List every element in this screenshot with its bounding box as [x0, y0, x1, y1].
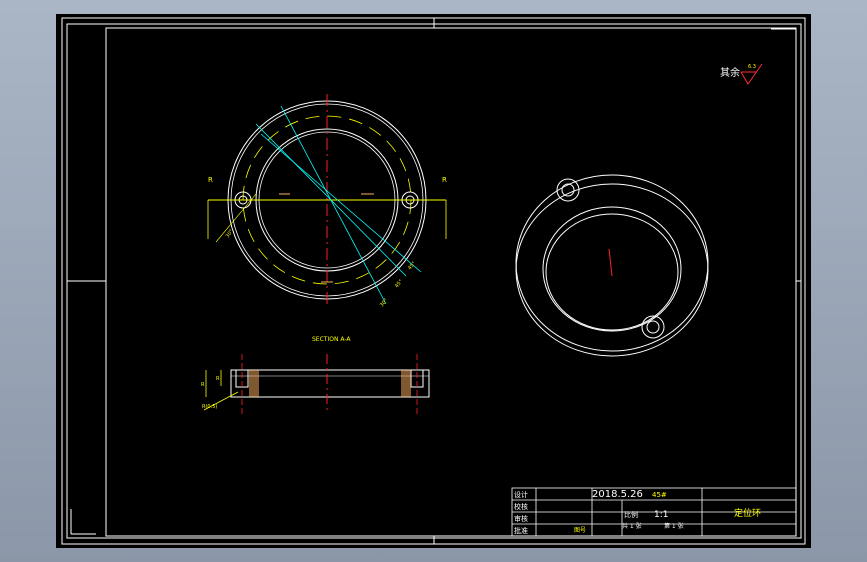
- iso-outer-ellipse: [515, 174, 709, 352]
- surface-note-text: 其余: [720, 66, 740, 79]
- iso-inner-ellipse: [542, 206, 682, 332]
- tb-scale-label: 比例: [624, 510, 638, 519]
- angle-line-2: [260, 133, 422, 273]
- section-title: SECTION A-A: [312, 336, 351, 343]
- tb-label-design: 设计: [514, 490, 528, 499]
- tb-label-check: 校核: [514, 502, 528, 511]
- tb-sheet-total: 共 1 张: [622, 522, 642, 530]
- cad-drawing: 其余 6.3 R R 45° 45° 30° 30° SECTION A-A R…: [61, 17, 806, 545]
- tb-date: 2018.5.26: [592, 489, 643, 500]
- roughness-value: 6.3: [748, 64, 756, 70]
- tb-drawing-no-label: 图号: [574, 527, 586, 534]
- angle-dim-2: 45°: [394, 278, 405, 289]
- surface-roughness-note: 其余 6.3: [720, 63, 763, 85]
- angle-dim-1: 45°: [407, 260, 418, 271]
- angle-dim-3: 30°: [379, 297, 390, 308]
- section-dim-chamfer: R(0.5): [202, 404, 217, 410]
- top-view: R R 45° 45° 30° 30°: [207, 94, 447, 308]
- tb-material: 45#: [652, 491, 667, 499]
- drawing-border: [61, 17, 806, 545]
- tb-label-review: 审核: [514, 514, 528, 523]
- drawing-canvas: 其余 6.3 R R 45° 45° 30° 30° SECTION A-A R…: [56, 14, 811, 548]
- isometric-view: [515, 174, 709, 357]
- tb-part-name: 定位环: [734, 507, 761, 519]
- tb-scale-value: 1:1: [654, 510, 668, 520]
- section-dim-inner: R: [216, 376, 220, 382]
- section-body: [230, 369, 430, 398]
- side-letter-right: R: [442, 176, 447, 184]
- tb-label-approve: 批准: [514, 526, 528, 535]
- section-view: SECTION A-A R R R(0.5): [201, 336, 430, 414]
- angle-line-1: [280, 105, 387, 305]
- tb-sheet-of: 第 1 张: [664, 522, 684, 530]
- side-letter-left: R: [208, 176, 213, 184]
- section-dim-height: R: [201, 382, 205, 388]
